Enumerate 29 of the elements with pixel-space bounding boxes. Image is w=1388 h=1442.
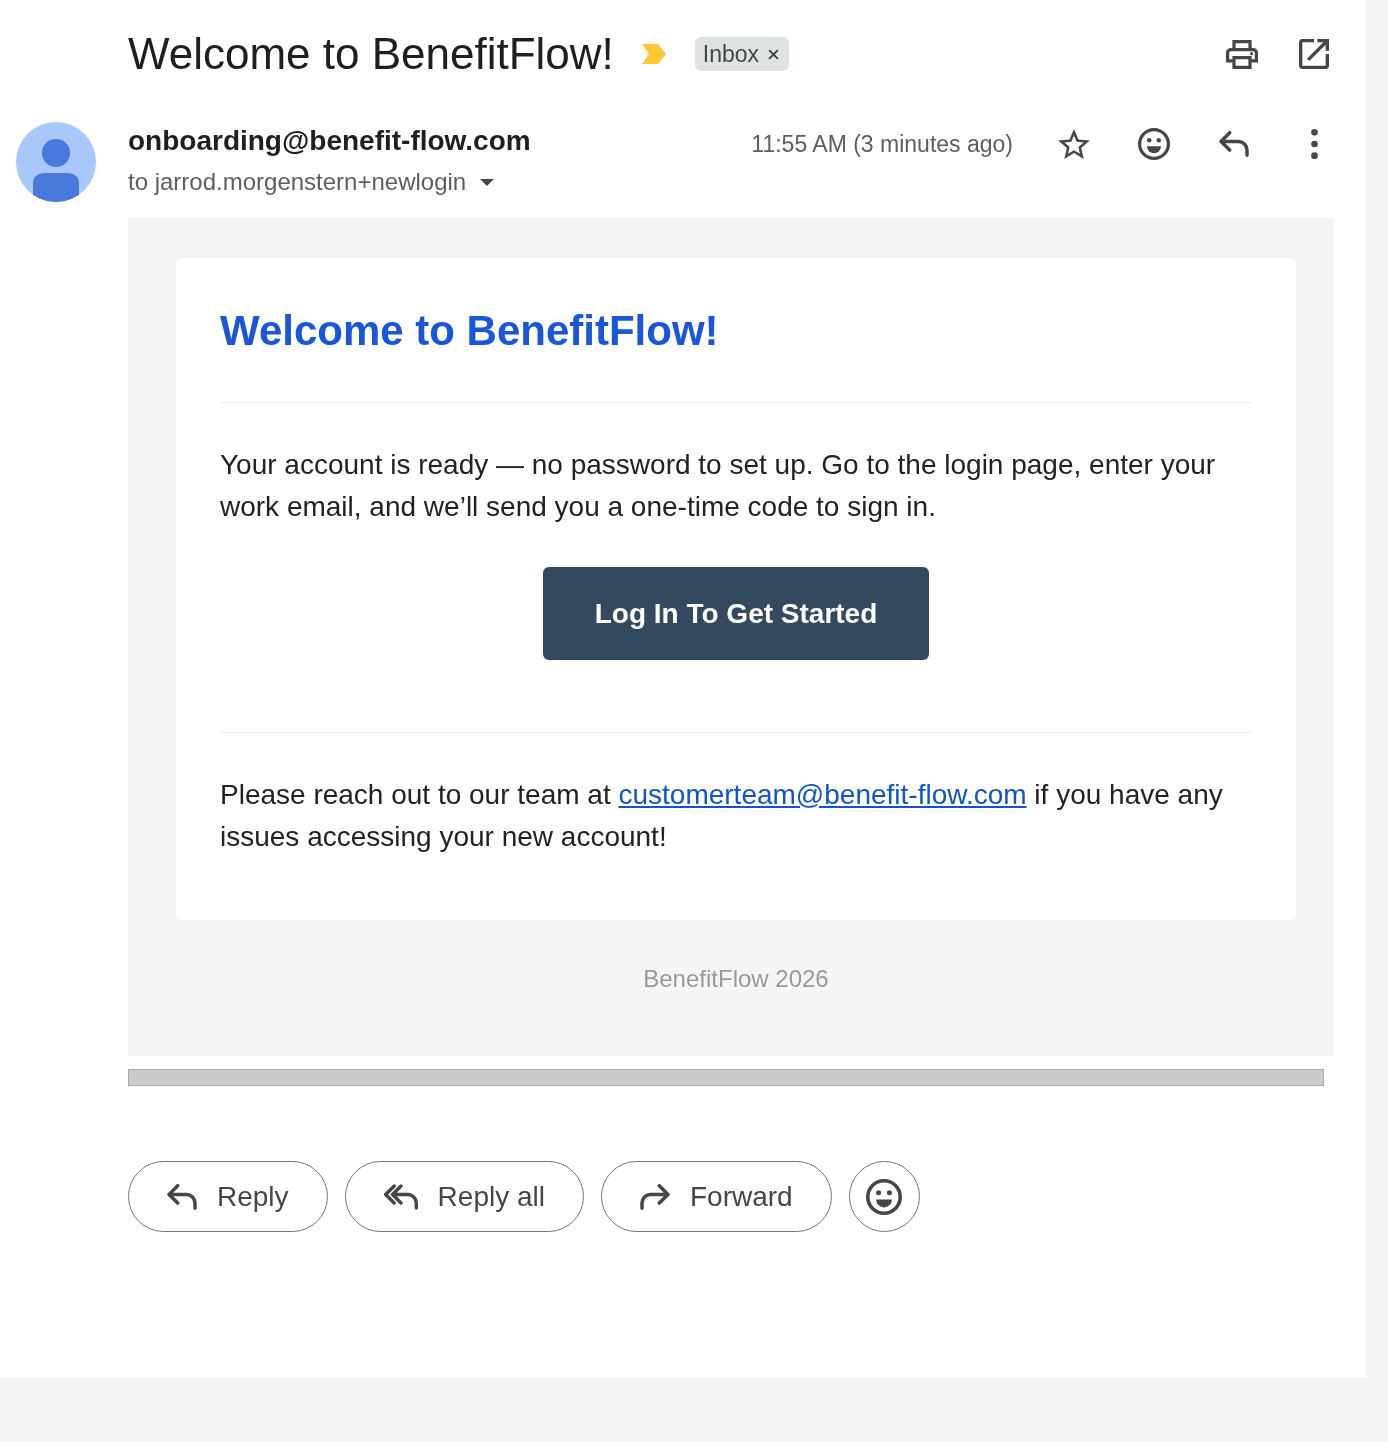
open-in-new-window-icon[interactable]: [1299, 39, 1329, 69]
message-heading: Welcome to BenefitFlow!: [220, 306, 720, 356]
login-button[interactable]: Log In To Get Started: [542, 567, 930, 660]
caret-icon[interactable]: [480, 178, 495, 186]
message-text: Please reach out to our team at customerteam@benefit-flow.com if you have any issues accessing your new account!: [220, 778, 1224, 854]
reply-all-icon: [383, 1183, 418, 1210]
more-options-icon[interactable]: [1310, 129, 1318, 159]
label-name: Inbox: [702, 40, 760, 68]
message-text: Your account is ready — no password to set up. Go to the login page, enter your work email, and we’ll send you a one-time code to sign in.: [220, 448, 1217, 524]
horizontal-scrollbar[interactable]: [128, 1069, 1324, 1086]
message-time: 11:55 AM (3 minutes ago): [751, 130, 1013, 158]
emoji-icon: [866, 1178, 903, 1215]
footer-text: BenefitFlow 2026: [642, 966, 830, 992]
close-icon[interactable]: [768, 48, 780, 60]
recipient-text: to jarrod.morgenstern+newlogin: [128, 167, 467, 197]
reply-button[interactable]: Reply: [128, 1161, 328, 1232]
email-subject: Welcome to BenefitFlow!: [128, 28, 614, 80]
avatar-icon: [16, 122, 96, 202]
forward-button[interactable]: Forward: [601, 1161, 832, 1232]
print-icon[interactable]: [1226, 39, 1258, 69]
forward-icon: [640, 1183, 670, 1210]
reply-icon[interactable]: [1219, 131, 1249, 157]
importance-marker-icon[interactable]: [641, 44, 666, 64]
reply-icon: [167, 1183, 197, 1210]
sender-email: onboarding@benefit-flow.com: [128, 124, 531, 158]
star-icon[interactable]: [1058, 129, 1090, 159]
reply-all-button[interactable]: Reply all: [344, 1161, 584, 1232]
emoji-icon[interactable]: [1138, 128, 1170, 160]
email-link[interactable]: customerteam@benefit-flow.com: [618, 779, 1027, 810]
